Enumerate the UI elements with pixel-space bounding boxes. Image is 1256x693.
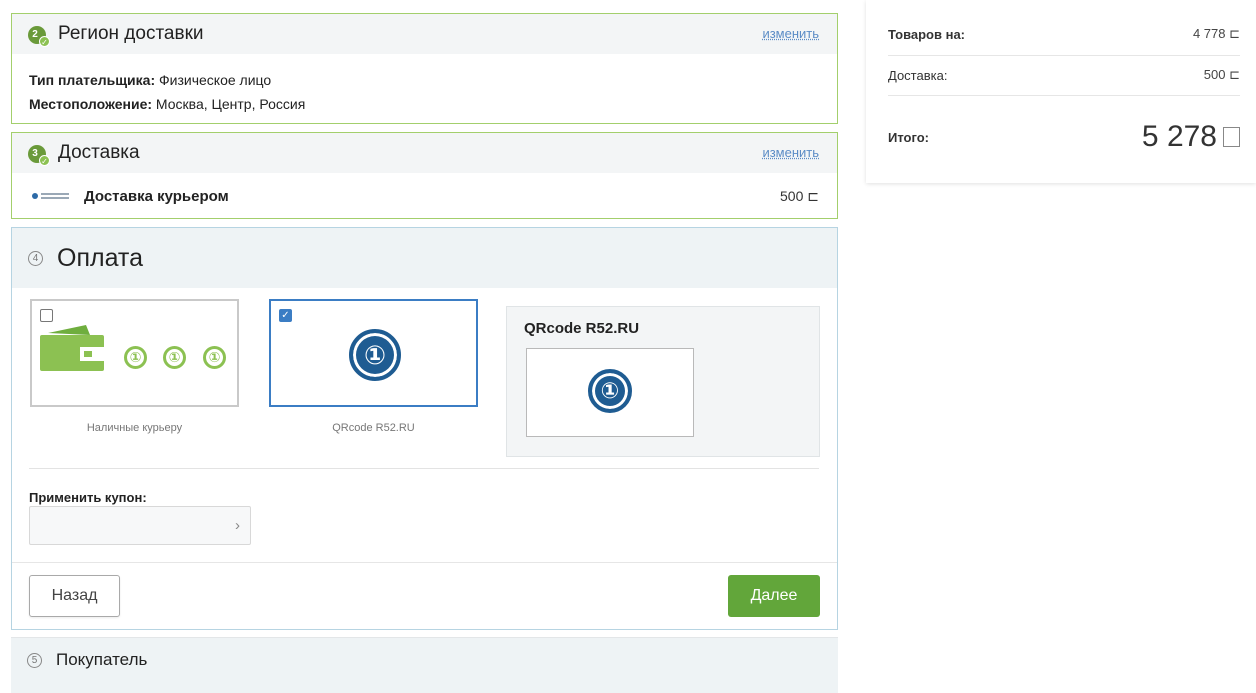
delivery-method-row: Доставка курьером 500 ⊏ — [12, 173, 837, 219]
summary-delivery-row: Доставка: 500 ⊏ — [888, 67, 1240, 83]
coupon-label: Применить купон: — [29, 490, 147, 505]
summary-total-value: 5 278 — [1142, 120, 1240, 154]
order-summary: Товаров на: 4 778 ⊏ Доставка: 500 ⊏ Итог… — [866, 0, 1256, 183]
delivery-title: Доставка — [58, 142, 140, 163]
step-number-icon: 5 — [27, 652, 42, 668]
summary-goods-label: Товаров на: — [888, 26, 966, 42]
payment-option-cash-checkbox[interactable] — [40, 309, 53, 322]
payment-option-qrcode-label: QRcode R52.RU — [332, 422, 415, 434]
divider — [888, 95, 1240, 96]
next-button[interactable]: Далее — [728, 575, 820, 617]
delivery-method-price: 500 ⊏ — [780, 187, 819, 204]
coin-icon: ① — [203, 346, 226, 369]
buyer-title: Покупатель — [56, 650, 148, 669]
payment-footer — [12, 562, 837, 629]
summary-goods-value: 4 778 ⊏ — [1192, 26, 1240, 41]
delivery-section: 3 ✓ Доставка изменить Доставка курьером 5… — [11, 132, 838, 219]
courier-logo-icon — [32, 191, 72, 201]
summary-total-label: Итого: — [888, 129, 929, 145]
payment-option-qrcode-checkbox[interactable]: ✓ — [279, 309, 292, 322]
payer-type-label: Тип плательщика: — [29, 72, 156, 88]
divider — [29, 468, 819, 469]
payment-info-title: QRcode R52.RU — [524, 320, 640, 337]
region-section: 2 ✓ Регион доставки изменить Тип плательщ… — [11, 13, 838, 124]
region-title: Регион доставки — [58, 23, 204, 44]
delivery-header: 3 ✓ Доставка изменить — [12, 133, 837, 173]
step-done-icon: 3 ✓ — [28, 145, 50, 166]
summary-total-row: Итого: 5 278 — [888, 120, 1240, 154]
qr-coin-icon: ① — [349, 329, 401, 381]
coin-icon: ① — [163, 346, 186, 369]
currency-icon — [1223, 127, 1240, 147]
payment-option-cash-label: Наличные курьеру — [86, 422, 183, 434]
coin-icon: ① — [124, 346, 147, 369]
step-done-icon: 2 ✓ — [28, 26, 50, 47]
location-label: Местоположение: — [29, 96, 153, 112]
payment-info-panel: QRcode R52.RU ① — [506, 306, 820, 457]
back-button[interactable]: Назад — [29, 575, 120, 617]
buyer-section[interactable]: 5 Покупатель — [11, 637, 838, 693]
buyer-header[interactable]: 5 Покупатель — [11, 638, 838, 682]
wallet-icon — [40, 325, 104, 371]
step-number-icon: 4 — [28, 250, 43, 266]
summary-delivery-label: Доставка: — [888, 67, 948, 83]
delivery-method-name: Доставка курьером — [84, 187, 229, 205]
divider — [888, 55, 1240, 56]
region-header: 2 ✓ Регион доставки изменить — [12, 14, 837, 54]
payment-header: 4 Оплата — [12, 228, 837, 288]
payment-title: Оплата — [57, 243, 143, 272]
location-value: Москва, Центр, Россия — [152, 96, 306, 112]
payment-info-logo: ① — [526, 348, 694, 437]
payer-type-value: Физическое лицо — [155, 72, 272, 88]
summary-goods-row: Товаров на: 4 778 ⊏ — [888, 26, 1240, 42]
delivery-change-link[interactable]: изменить — [762, 145, 819, 160]
coupon-input[interactable]: › — [29, 506, 251, 545]
chevron-right-icon[interactable]: › — [235, 517, 240, 534]
summary-delivery-value: 500 ⊏ — [1203, 67, 1240, 82]
qr-coin-icon: ① — [588, 369, 632, 413]
payment-option-qrcode[interactable]: ✓ ① — [269, 299, 478, 407]
region-details: Тип плательщика: Физическое лицо Местопо… — [12, 54, 837, 130]
region-change-link[interactable]: изменить — [762, 26, 819, 41]
payment-option-cash[interactable]: ① ① ① — [30, 299, 239, 407]
